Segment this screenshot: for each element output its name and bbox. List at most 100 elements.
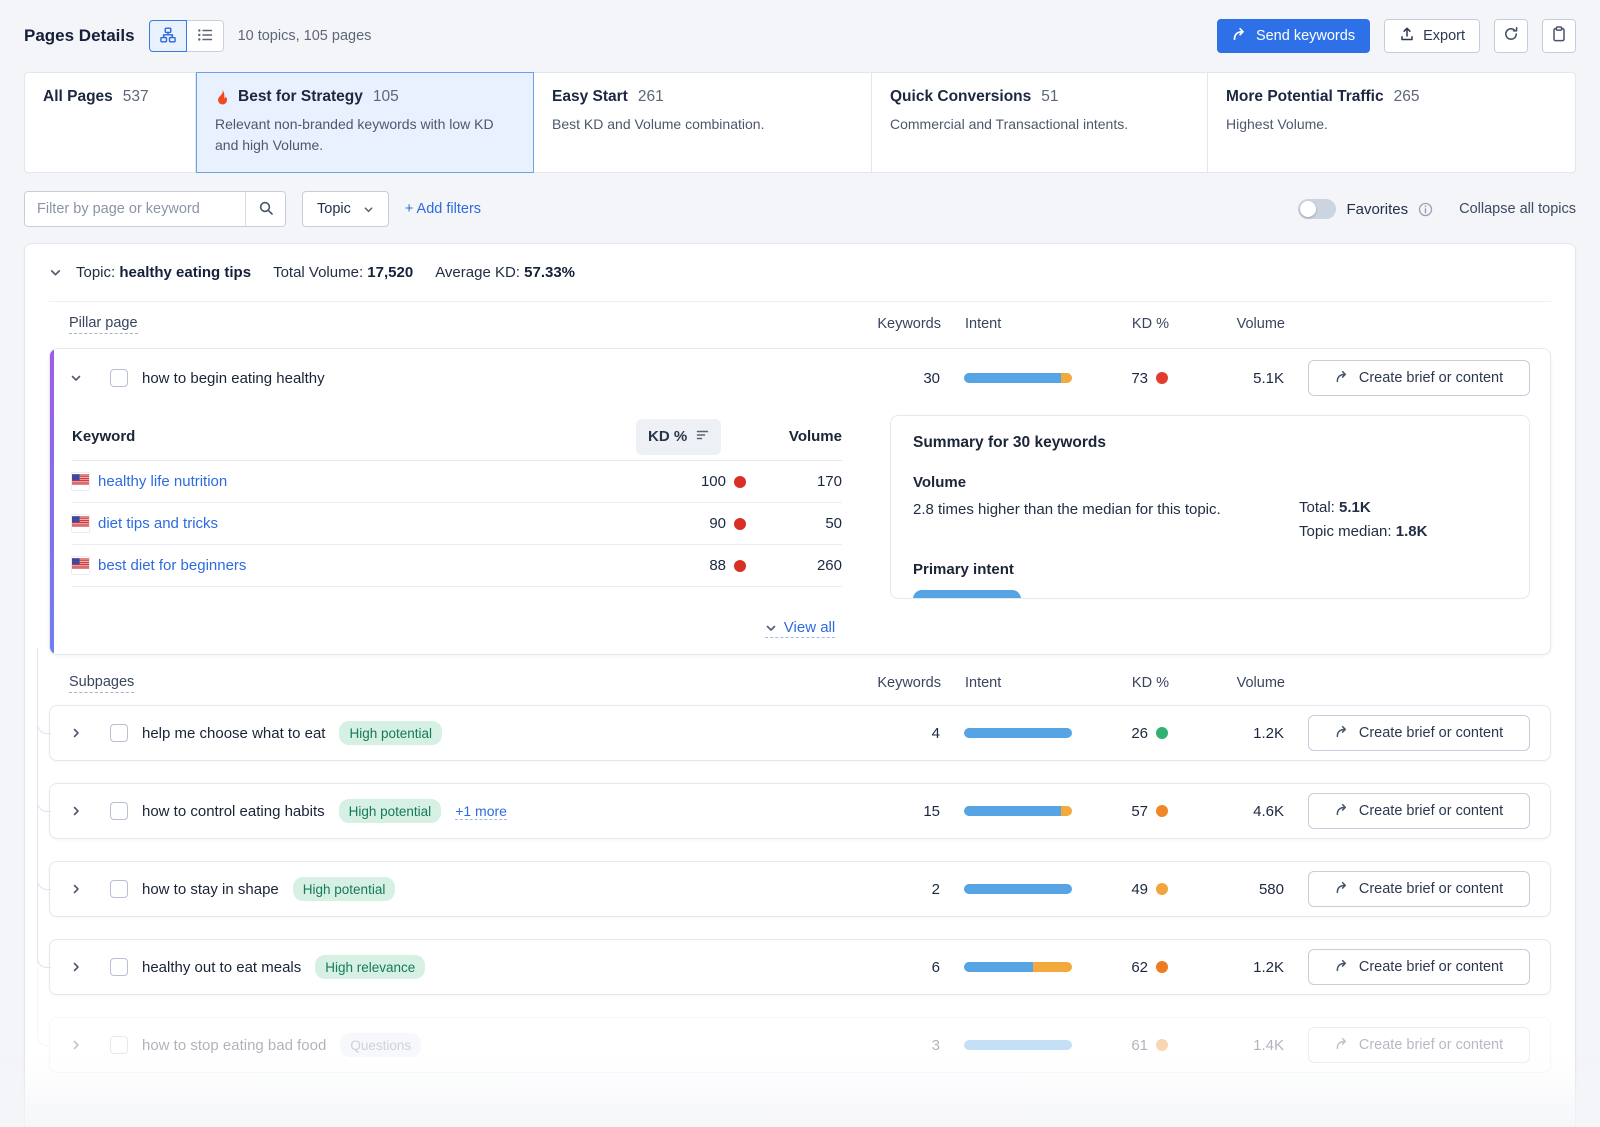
keyword-link[interactable]: healthy life nutrition (98, 473, 227, 490)
topics-summary: 10 topics, 105 pages (238, 28, 372, 44)
subpage-row[interactable]: healthy out to eat meals High relevance … (49, 939, 1551, 995)
flame-icon (215, 89, 230, 105)
us-flag-icon (72, 473, 89, 490)
chevron-down-icon[interactable] (70, 372, 82, 384)
primary-intent-bar (913, 590, 1021, 599)
total-volume-label: Total Volume: (273, 264, 363, 281)
collapse-all-topics-link[interactable]: Collapse all topics (1459, 201, 1576, 217)
add-filters-link[interactable]: + Add filters (405, 201, 481, 217)
chevron-right-icon[interactable] (70, 1039, 82, 1051)
row-checkbox[interactable] (110, 1036, 128, 1054)
keyword-link[interactable]: diet tips and tricks (98, 515, 218, 532)
create-brief-button[interactable]: Create brief or content (1308, 360, 1530, 396)
tab-quick-conversions[interactable]: Quick Conversions51 Commercial and Trans… (872, 72, 1208, 173)
kd-value: 73 (1131, 370, 1148, 387)
volume-cell: 5.1K (1192, 370, 1284, 387)
row-checkbox[interactable] (110, 724, 128, 742)
us-flag-icon (72, 557, 89, 574)
keyword-link[interactable]: best diet for beginners (98, 557, 246, 574)
total-volume-value: 17,520 (367, 264, 413, 281)
clipboard-button[interactable] (1542, 19, 1576, 53)
refresh-button[interactable] (1494, 19, 1528, 53)
create-brief-button[interactable]: Create brief or content (1308, 715, 1530, 751)
high-relevance-badge: High relevance (315, 955, 425, 979)
high-potential-badge: High potential (339, 721, 442, 745)
tab-all-pages[interactable]: All Pages537 (24, 72, 196, 173)
subpage-row[interactable]: how to stop eating bad food Questions 3 … (49, 1017, 1551, 1073)
intent-bar (964, 373, 1072, 383)
tab-best-for-strategy[interactable]: Best for Strategy105 Relevant non-brande… (196, 72, 534, 173)
tab-more-potential-traffic[interactable]: More Potential Traffic 265 Highest Volume… (1208, 72, 1576, 173)
topic-map-view-button[interactable] (149, 20, 187, 52)
filter-input[interactable] (25, 192, 245, 226)
favorites-control: Favorites Collapse all topics (1298, 199, 1576, 219)
kd-dot (1156, 961, 1168, 973)
more-badges-link[interactable]: +1 more (455, 803, 507, 820)
send-arrow-icon (1232, 26, 1248, 46)
topic-header: Topic: healthy eating tips Total Volume:… (49, 244, 1551, 302)
pillar-page-section-label[interactable]: Pillar page (69, 315, 138, 334)
tab-count: 265 (1394, 88, 1420, 106)
search-button[interactable] (245, 192, 285, 226)
chevron-right-icon[interactable] (70, 805, 82, 817)
tab-easy-start[interactable]: Easy Start261 Best KD and Volume combina… (534, 72, 872, 173)
kd-cell: 49 (1096, 881, 1168, 898)
keyword-summary-panel: Summary for 30 keywords Volume 2.8 times… (890, 415, 1530, 599)
row-checkbox[interactable] (110, 880, 128, 898)
subpage-title: how to control eating habits (142, 803, 325, 820)
row-checkbox[interactable] (110, 802, 128, 820)
volume-cell: 50 (746, 515, 842, 532)
chevron-right-icon[interactable] (70, 727, 82, 739)
create-brief-label: Create brief or content (1359, 803, 1503, 819)
view-all-link[interactable]: View all (765, 619, 835, 638)
keyword-row: healthy life nutrition 100 170 (72, 461, 842, 503)
topic-name: healthy eating tips (119, 264, 251, 281)
pillar-page-row[interactable]: how to begin eating healthy 30 73 5.1K C… (50, 349, 1550, 407)
row-checkbox[interactable] (110, 958, 128, 976)
subpage-row[interactable]: how to stay in shape High potential 2 49… (49, 861, 1551, 917)
collapse-topic-chevron-icon[interactable] (49, 266, 62, 279)
create-brief-button[interactable]: Create brief or content (1308, 949, 1530, 985)
export-label: Export (1423, 28, 1465, 44)
keywords-count: 6 (856, 959, 940, 976)
topic-filter-dropdown[interactable]: Topic (302, 191, 389, 227)
row-checkbox[interactable] (110, 369, 128, 387)
view-all-label: View all (784, 619, 835, 636)
create-brief-button[interactable]: Create brief or content (1308, 871, 1530, 907)
send-keywords-button[interactable]: Send keywords (1217, 19, 1370, 53)
chevron-down-icon (363, 204, 374, 215)
summary-stats: Total: 5.1K Topic median: 1.8K (1299, 499, 1427, 547)
subpages-section-label[interactable]: Subpages (69, 674, 134, 693)
total-value: 5.1K (1339, 499, 1371, 516)
subpage-row[interactable]: how to control eating habits High potent… (49, 783, 1551, 839)
pillar-page-title: how to begin eating healthy (142, 370, 325, 387)
search-box (24, 191, 286, 227)
chevron-right-icon[interactable] (70, 883, 82, 895)
create-brief-button[interactable]: Create brief or content (1308, 1027, 1530, 1063)
favorites-toggle[interactable] (1298, 199, 1336, 219)
tab-label: Best for Strategy (238, 88, 363, 106)
kd-header-label: KD % (648, 428, 687, 445)
primary-intent-heading: Primary intent (913, 561, 1507, 578)
volume-cell: 580 (1192, 881, 1284, 898)
keywords-count: 3 (856, 1037, 940, 1054)
tab-label: Quick Conversions (890, 88, 1031, 106)
tab-description: Highest Volume. (1226, 114, 1516, 135)
volume-cell: 170 (746, 473, 842, 490)
subpage-row[interactable]: help me choose what to eat High potentia… (49, 705, 1551, 761)
keywords-count: 2 (856, 881, 940, 898)
list-view-button[interactable] (186, 20, 224, 52)
tab-label: More Potential Traffic (1226, 88, 1384, 106)
pillar-page-block: how to begin eating healthy 30 73 5.1K C… (49, 348, 1551, 655)
create-brief-button[interactable]: Create brief or content (1308, 793, 1530, 829)
chevron-right-icon[interactable] (70, 961, 82, 973)
info-icon[interactable] (1418, 202, 1433, 217)
clipboard-icon (1551, 26, 1567, 46)
kd-sort-header[interactable]: KD % (636, 419, 721, 455)
pages-details-screen: Pages Details 10 topics, 105 pages Send … (0, 0, 1600, 1127)
view-toggle (149, 20, 224, 52)
sitemap-icon (160, 27, 176, 46)
summary-title: Summary for 30 keywords (913, 434, 1507, 452)
kd-cell: 61 (1096, 1037, 1168, 1054)
export-button[interactable]: Export (1384, 19, 1480, 53)
